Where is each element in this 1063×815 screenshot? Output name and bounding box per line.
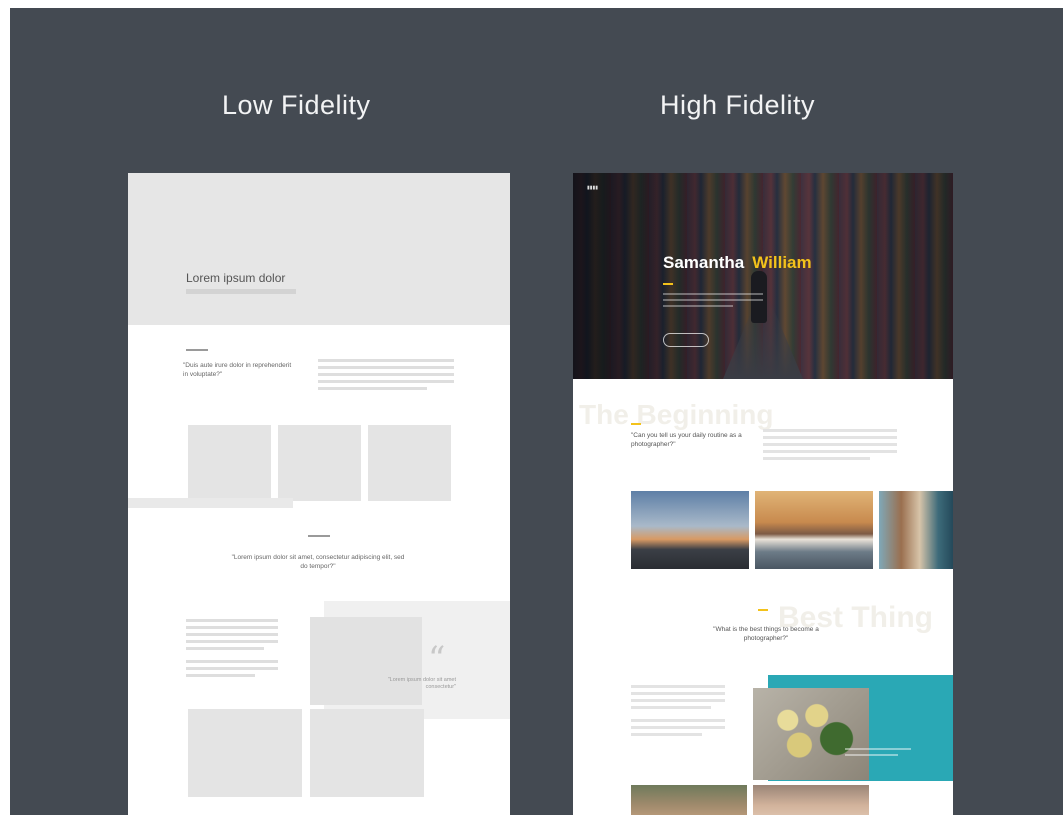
hifi-question-2: "What is the best things to become a pho… <box>713 626 819 642</box>
lofi-image-placeholder <box>188 709 302 797</box>
hifi-photo-boat <box>755 491 873 569</box>
lofi-divider <box>186 349 208 351</box>
lofi-image-placeholder <box>310 617 422 705</box>
lofi-question-1: "Duis aute irure dolor in reprehenderit … <box>183 362 292 378</box>
lofi-divider <box>308 535 330 537</box>
hifi-teal-quote-lines <box>845 748 911 756</box>
lofi-paragraph-2 <box>186 619 278 681</box>
lofi-image-placeholder <box>368 425 451 501</box>
high-fidelity-title: High Fidelity <box>660 90 816 120</box>
comparison-backdrop: Low Fidelity High Fidelity Lorem ipsum d… <box>10 8 1063 815</box>
lofi-question-2: "Lorem ipsum dolor sit amet, consectetur… <box>231 554 405 570</box>
hero-description-lines <box>663 293 763 311</box>
lofi-hero-placeholder <box>128 173 510 325</box>
lofi-paragraph-1 <box>318 359 454 394</box>
hero-first-name: Samantha <box>663 253 745 272</box>
hifi-accent-dash <box>631 423 641 425</box>
hifi-accent-dash <box>758 609 768 611</box>
hifi-photo-portrait-man <box>631 785 747 815</box>
hero-accent-line <box>663 283 673 285</box>
hifi-paragraph-2 <box>631 685 725 740</box>
hifi-question-1: "Can you tell us your daily routine as a… <box>631 432 742 448</box>
hifi-photo-portrait-child <box>753 785 869 815</box>
hero-cta-button <box>663 333 709 347</box>
hifi-brand-logo: ▮▮▮▮ <box>587 185 599 191</box>
hifi-hero-alley-photo: ▮▮▮▮ Samantha William <box>573 173 953 379</box>
hifi-hero-name: Samantha William <box>663 253 812 273</box>
low-fidelity-title: Low Fidelity <box>222 90 371 120</box>
hifi-photo-city <box>879 491 953 569</box>
low-fidelity-mockup: Lorem ipsum dolor "Duis aute irure dolor… <box>128 173 510 815</box>
lofi-offset-strip <box>128 498 293 508</box>
hifi-photo-fruit <box>753 688 869 780</box>
lofi-image-placeholder <box>278 425 361 501</box>
lofi-quote-mark: “ <box>428 639 446 679</box>
lofi-image-placeholder <box>310 709 424 797</box>
lofi-quote-text: "Lorem ipsum dolor sit amet consectetur" <box>387 677 456 690</box>
high-fidelity-mockup: ▮▮▮▮ Samantha William The Beginning "Can … <box>573 173 953 815</box>
hero-last-name: William <box>752 253 812 272</box>
hifi-paragraph-1 <box>763 429 897 464</box>
lofi-hero-title: Lorem ipsum dolor <box>186 271 286 285</box>
hifi-photo-lighthouse-sunset <box>631 491 749 569</box>
hifi-ghost-heading-1: The Beginning <box>579 399 774 430</box>
lofi-hero-subtitle-bar <box>186 289 296 294</box>
lofi-image-placeholder <box>188 425 271 501</box>
